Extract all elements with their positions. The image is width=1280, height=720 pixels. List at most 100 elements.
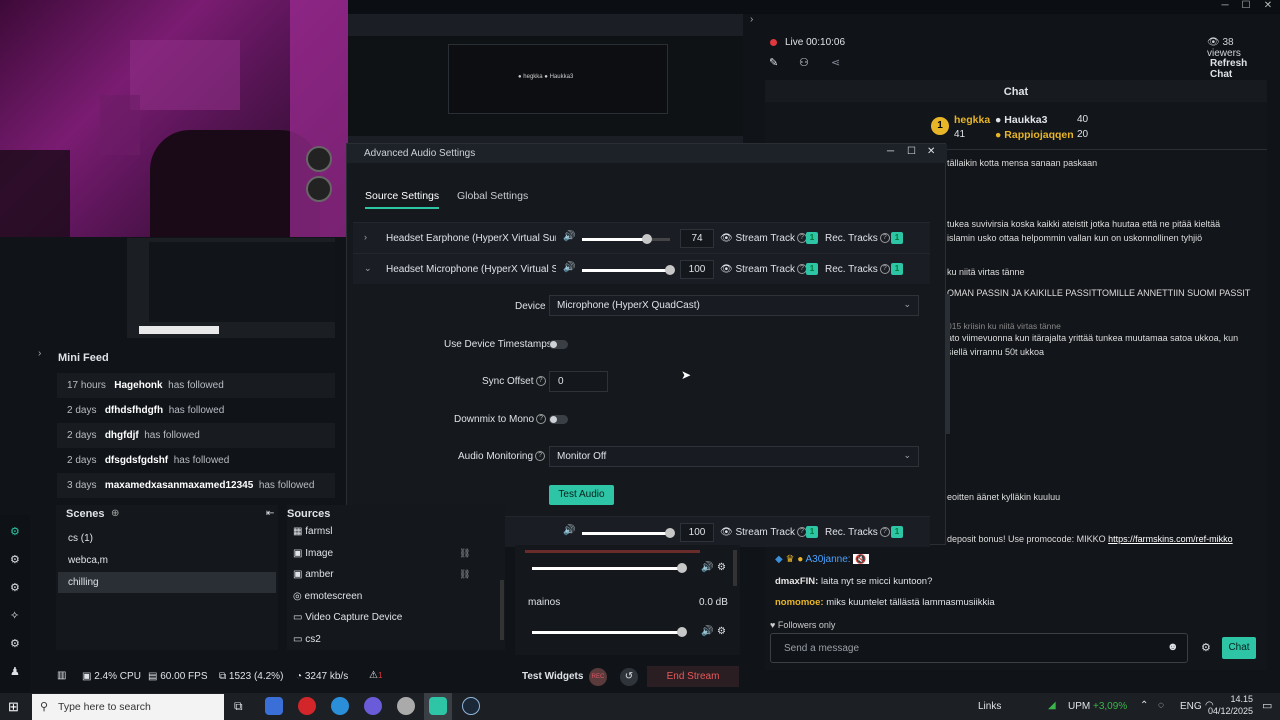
themes-icon[interactable]: ⚙ (10, 581, 20, 594)
source-item[interactable]: ▭ cs2 (293, 634, 321, 645)
app-icon[interactable] (265, 697, 283, 715)
scrollbar[interactable] (946, 294, 950, 434)
minimize-icon[interactable]: ─ (887, 146, 894, 157)
speaker-icon[interactable]: 🔊 (563, 231, 575, 242)
scrollbar[interactable] (733, 550, 737, 586)
widgets-icon[interactable]: ⚙ (10, 553, 20, 566)
end-stream-button[interactable]: End Stream (647, 666, 739, 687)
timestamps-toggle[interactable] (549, 340, 568, 349)
alerts-icon[interactable]: ⚠1 (369, 670, 382, 681)
scene-item[interactable]: webca,m (68, 555, 108, 566)
emote-icon[interactable]: ☻ (1167, 641, 1179, 653)
source-item[interactable]: ◎ emotescreen (293, 591, 362, 602)
chevron-up-icon[interactable]: ⌃ (1140, 700, 1148, 711)
stats-icon[interactable]: ▥ (57, 670, 66, 681)
mixer-slider[interactable] (532, 563, 687, 573)
device-select[interactable]: Microphone (HyperX QuadCast) ⌄ (549, 295, 919, 316)
chat-link[interactable]: https://farmskins.com/ref-mikko (1108, 534, 1233, 544)
speaker-icon[interactable]: 🔊 (701, 626, 713, 637)
source-item[interactable]: ▦ farmsl (293, 526, 332, 537)
rec-tracks-label: Rec. Tracks? (825, 233, 890, 244)
source-item[interactable]: ▣ amber (293, 569, 334, 580)
stream-track-checkbox[interactable]: 1 (806, 526, 818, 538)
speaker-icon[interactable]: 🔊 (563, 525, 575, 536)
stock-name[interactable]: UPM (1068, 701, 1090, 712)
clock-time[interactable]: 14.15 (1213, 694, 1253, 704)
link-icon[interactable]: ⛓ (459, 548, 470, 559)
chat-send-button[interactable]: Chat (1222, 637, 1256, 659)
settings-icon[interactable]: ⚙ (717, 626, 726, 637)
stream-track-label: 👁 Stream Track? (720, 233, 807, 244)
volume-slider[interactable] (582, 528, 675, 538)
clock-date[interactable]: 04/12/2025 (1199, 706, 1253, 716)
task-view-icon[interactable]: ⧉ (234, 699, 243, 714)
edge-icon[interactable] (331, 697, 349, 715)
collapse-icon[interactable]: ⇤ (266, 508, 274, 519)
rec-track-checkbox[interactable]: 1 (891, 263, 903, 275)
discord-icon[interactable] (364, 697, 382, 715)
edit-icon[interactable]: ✎ (769, 56, 778, 69)
audio-monitoring-select[interactable]: Monitor Off ⌄ (549, 446, 919, 467)
chat-line: ato viimevuonna kun itärajalta yrittää t… (947, 333, 1239, 343)
scene-item[interactable]: cs (1) (68, 533, 93, 544)
downmix-toggle[interactable] (549, 415, 568, 424)
links-toolbar[interactable]: Links (978, 701, 1001, 712)
stream-track-checkbox[interactable]: 1 (806, 232, 818, 244)
network-icon[interactable]: ◌ (1158, 700, 1164, 711)
refresh-chat-button[interactable]: Refresh Chat (1210, 58, 1267, 80)
settings-icon[interactable]: ⚙ (10, 637, 20, 650)
minimize-icon[interactable]: ─ (1215, 0, 1235, 12)
steam-icon[interactable] (462, 697, 480, 715)
settings-icon[interactable]: ⚙ (717, 562, 726, 573)
chat-message: dmaxFIN: laita nyt se micci kuntoon? (775, 576, 933, 587)
replay-icon[interactable]: ↺ (620, 668, 638, 686)
mixer-slider[interactable] (532, 627, 687, 637)
source-item[interactable]: ▭ Video Capture Device (293, 612, 402, 623)
link-icon[interactable]: ⛓ (459, 569, 470, 580)
profile-icon[interactable]: ♟ (10, 665, 20, 678)
share-icon[interactable]: ⋖ (831, 56, 840, 69)
feed-item: 2 days dhgfdjf has followed (57, 423, 335, 448)
speaker-icon[interactable]: 🔊 (701, 562, 713, 573)
sync-offset-input[interactable]: 0 (549, 371, 608, 392)
chat-input[interactable]: Send a message (770, 633, 1188, 663)
test-widgets-button[interactable]: Test Widgets (522, 671, 583, 682)
tab-source-settings[interactable]: Source Settings (365, 190, 440, 209)
source-item[interactable]: ▣ Image (293, 548, 333, 559)
record-icon[interactable]: REC (589, 668, 607, 686)
volume-slider[interactable] (582, 265, 675, 275)
volume-slider[interactable] (582, 234, 670, 244)
chevron-down-icon: ⌄ (903, 450, 911, 460)
stream-track-checkbox[interactable]: 1 (806, 263, 818, 275)
settings-icon[interactable]: ⚙ (1201, 641, 1211, 654)
opera-icon[interactable] (298, 697, 316, 715)
volume-value[interactable]: 74 (680, 229, 714, 248)
volume-value[interactable]: 100 (680, 260, 714, 279)
chevron-right-icon[interactable]: › (364, 232, 367, 242)
tab-global-settings[interactable]: Global Settings (457, 190, 528, 202)
close-icon[interactable]: ✕ (927, 146, 935, 157)
test-audio-button[interactable]: Test Audio (549, 485, 614, 505)
editor-icon[interactable]: ⚙ (10, 525, 20, 538)
maximize-icon[interactable]: ☐ (1236, 0, 1256, 12)
tools-icon[interactable]: ✧ (10, 609, 19, 622)
streamlabs-icon[interactable] (429, 697, 447, 715)
maximize-icon[interactable]: ☐ (907, 146, 916, 157)
close-icon[interactable]: ✕ (1258, 0, 1278, 12)
add-scene-icon[interactable]: ⊕ (111, 508, 119, 519)
sources-panel: Sources ▦ farmsl ▣ Image ⛓ ▣ amber ⛓ ◎ e… (287, 505, 505, 650)
people-icon[interactable]: ⚇ (799, 56, 809, 69)
speaker-icon[interactable]: 🔊 (563, 262, 575, 273)
chevron-right-icon[interactable]: › (38, 348, 41, 359)
rec-track-checkbox[interactable]: 1 (891, 232, 903, 244)
chevron-down-icon[interactable]: ⌄ (364, 263, 372, 274)
rec-track-checkbox[interactable]: 1 (891, 526, 903, 538)
windows-start-icon[interactable]: ⊞ (8, 699, 19, 715)
scrollbar[interactable] (500, 580, 504, 640)
app-icon[interactable] (397, 697, 415, 715)
volume-value[interactable]: 100 (680, 523, 714, 542)
chevron-right-icon[interactable]: › (750, 14, 753, 25)
notifications-icon[interactable]: ▭ (1262, 699, 1272, 712)
scene-item-selected[interactable]: chilling (58, 572, 276, 593)
taskbar-search-input[interactable]: Type here to search (32, 694, 224, 720)
